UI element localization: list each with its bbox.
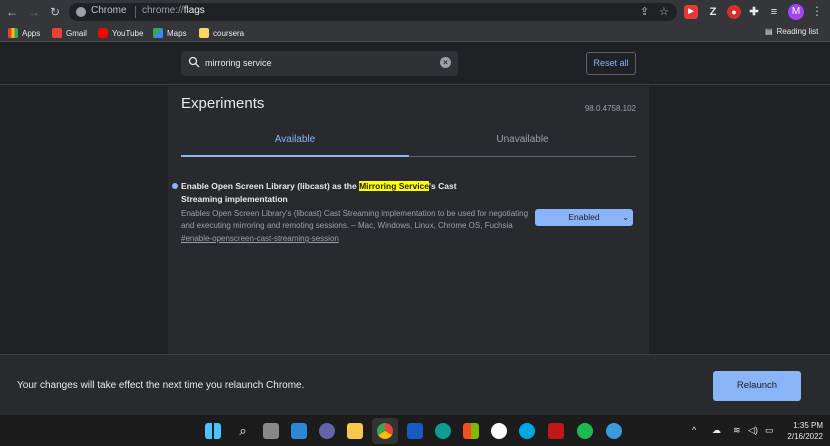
windows-start-icon[interactable]: [205, 423, 221, 439]
bookmark-apps[interactable]: Apps: [8, 27, 40, 39]
page-title: Experiments: [181, 95, 265, 112]
gmail-icon: [52, 28, 62, 38]
reading-list-button[interactable]: ▤ Reading list: [765, 27, 818, 36]
profile-avatar[interactable]: M: [788, 4, 804, 20]
more-menu-icon[interactable]: ⋮: [811, 4, 823, 18]
share-icon[interactable]: ⇪: [640, 5, 649, 18]
bookmark-youtube[interactable]: YouTube: [98, 27, 143, 39]
browser-toolbar: ← → ↻ Chrome chrome://flags ⇪ ☆ ▶ Z ● ✚ …: [0, 0, 830, 24]
modified-indicator: [172, 183, 178, 189]
clock-date: 2/16/2022: [787, 432, 823, 441]
mcafee-icon[interactable]: [548, 423, 564, 439]
experiment-title: Enable Open Screen Library (libcast) as …: [181, 181, 457, 204]
folder-icon: [199, 28, 209, 38]
experiment-item: Enable Open Screen Library (libcast) as …: [172, 180, 636, 243]
experiment-permalink[interactable]: #enable-openscreen-cast-streaming-sessio…: [181, 234, 636, 243]
back-icon[interactable]: ←: [4, 4, 20, 20]
apps-grid-icon: [8, 28, 18, 38]
chrome-site-icon: [76, 7, 86, 17]
taskbar: ⌕ ^ ☁ ≋ ◁) ▭ 1:35 PM 2/16/2022: [0, 414, 830, 446]
bookmark-maps[interactable]: Maps: [153, 27, 187, 39]
chevron-down-icon: ⌄: [622, 213, 629, 222]
address-divider: [135, 6, 136, 18]
spotify-icon[interactable]: [577, 423, 593, 439]
volume-icon[interactable]: ◁): [748, 425, 758, 436]
clear-search-icon[interactable]: ×: [440, 57, 451, 68]
extension-red-icon[interactable]: ▶: [684, 5, 698, 19]
extension-z-icon[interactable]: Z: [706, 5, 720, 19]
maps-app-icon[interactable]: [606, 423, 622, 439]
reading-list-icon: ▤: [765, 27, 773, 36]
alexa-icon[interactable]: [519, 423, 535, 439]
dell-icon[interactable]: [491, 423, 507, 439]
flags-header: mirroring service × Reset all: [0, 43, 830, 85]
address-bar[interactable]: Chrome chrome://flags ⇪ ☆: [69, 3, 677, 21]
bookmark-folder-coursera[interactable]: coursera: [199, 27, 244, 39]
bookmark-gmail[interactable]: Gmail: [52, 27, 87, 39]
reload-icon[interactable]: ↻: [47, 4, 63, 20]
bookmark-star-icon[interactable]: ☆: [659, 5, 669, 18]
reset-all-button[interactable]: Reset all: [586, 52, 636, 75]
widgets-icon[interactable]: [291, 423, 307, 439]
forward-icon[interactable]: →: [26, 4, 42, 20]
maps-icon: [153, 28, 163, 38]
clock-time: 1:35 PM: [793, 421, 823, 430]
store-icon[interactable]: [463, 423, 479, 439]
bookmarks-bar: Apps Gmail YouTube Maps coursera ▤ Readi…: [0, 24, 830, 42]
experiments-panel: Experiments 98.0.4758.102 Available Unav…: [168, 86, 649, 354]
wifi-icon[interactable]: ≋: [733, 425, 741, 436]
search-taskbar-icon[interactable]: ⌕: [235, 423, 251, 439]
battery-icon[interactable]: ▭: [765, 425, 774, 436]
extensions-puzzle-icon[interactable]: ✚: [747, 5, 761, 19]
media-queue-icon[interactable]: ≡: [767, 5, 781, 19]
search-highlight: Mirroring Service: [359, 181, 430, 191]
experiment-state-select[interactable]: Enabled ⌄: [535, 209, 633, 226]
site-label: Chrome: [91, 5, 127, 16]
search-value: mirroring service: [205, 58, 272, 68]
search-input[interactable]: mirroring service ×: [181, 51, 458, 76]
search-icon: [188, 56, 200, 68]
teams-chat-icon[interactable]: [319, 423, 335, 439]
experiment-description: Enables Open Screen Library's (libcast) …: [181, 209, 529, 230]
relaunch-message: Your changes will take effect the next t…: [17, 380, 305, 391]
file-explorer-icon[interactable]: [347, 423, 363, 439]
extension-record-icon[interactable]: ●: [727, 5, 741, 19]
url-text: chrome://flags: [142, 5, 205, 16]
youtube-icon: [98, 28, 108, 38]
version-label: 98.0.4758.102: [584, 104, 636, 113]
chrome-taskbar-icon[interactable]: [377, 423, 393, 439]
tab-unavailable[interactable]: Unavailable: [409, 130, 636, 157]
system-clock[interactable]: 1:35 PM 2/16/2022: [783, 420, 823, 442]
relaunch-button[interactable]: Relaunch: [713, 371, 801, 401]
onedrive-icon[interactable]: ☁: [712, 425, 721, 436]
edge-icon[interactable]: [435, 423, 451, 439]
word-icon[interactable]: [407, 423, 423, 439]
task-view-icon[interactable]: [263, 423, 279, 439]
tray-chevron-icon[interactable]: ^: [692, 425, 696, 435]
tab-available[interactable]: Available: [181, 130, 409, 157]
relaunch-bar: Your changes will take effect the next t…: [0, 354, 830, 414]
